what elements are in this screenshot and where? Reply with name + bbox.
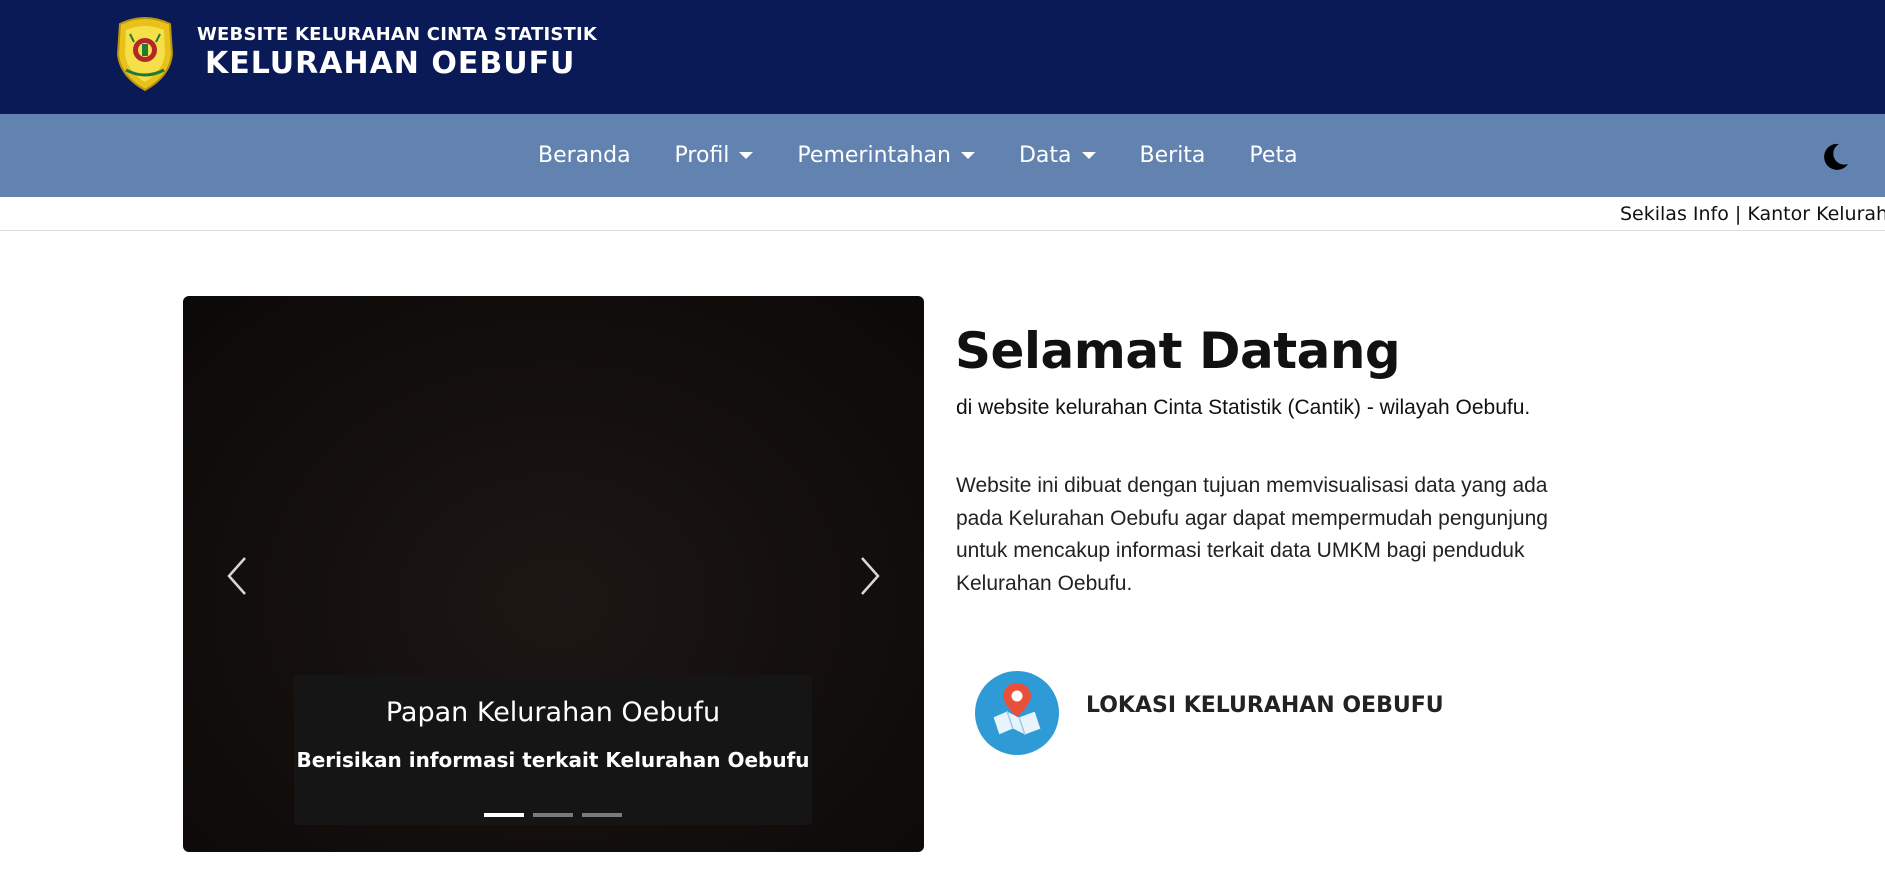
nav-item-label: Peta — [1249, 143, 1298, 168]
nav-menu: Beranda Profil Pemerintahan Data Berita … — [538, 114, 1342, 197]
nav-item-data[interactable]: Data — [1019, 143, 1096, 168]
image-carousel: Papan Kelurahan Oebufu Berisikan informa… — [183, 296, 924, 852]
caption-title: Papan Kelurahan Oebufu — [385, 697, 721, 728]
nav-item-label: Profil — [674, 143, 730, 168]
welcome-title: Selamat Datang — [955, 322, 1401, 380]
nav-item-profil[interactable]: Profil — [675, 143, 754, 168]
nav-item-peta[interactable]: Peta — [1249, 143, 1297, 168]
carousel-caption: Papan Kelurahan Oebufu Berisikan informa… — [294, 675, 812, 825]
site-header: WEBSITE KELURAHAN CINTA STATISTIK KELURA… — [0, 0, 1885, 114]
carousel-indicator-3[interactable] — [582, 813, 622, 817]
caret-down-icon — [739, 152, 754, 159]
nav-item-pemerintahan[interactable]: Pemerintahan — [797, 143, 975, 168]
location-label: LOKASI KELURAHAN OEBUFU — [1086, 692, 1444, 718]
nav-item-label: Pemerintahan — [797, 143, 951, 168]
caption-text: Berisikan informasi terkait Kelurahan Oe… — [296, 748, 810, 772]
regional-emblem-icon[interactable] — [112, 14, 178, 92]
nav-item-label: Beranda — [538, 143, 631, 168]
caret-down-icon — [960, 152, 975, 159]
carousel-indicator-1[interactable] — [484, 813, 524, 817]
map-pin-icon — [975, 671, 1059, 755]
chevron-right-icon[interactable] — [848, 546, 888, 606]
moon-icon[interactable] — [1818, 140, 1852, 174]
main-navbar: Beranda Profil Pemerintahan Data Berita … — [0, 114, 1885, 197]
location-link[interactable]: LOKASI KELURAHAN OEBUFU — [975, 671, 1444, 755]
carousel-indicator-2[interactable] — [533, 813, 573, 817]
caret-down-icon — [1081, 152, 1096, 159]
ticker-text[interactable]: Sekilas Info | Kantor Kelurahan — [1620, 203, 1885, 225]
nav-item-beranda[interactable]: Beranda — [538, 143, 631, 168]
nav-item-berita[interactable]: Berita — [1140, 143, 1206, 168]
info-ticker: Sekilas Info | Kantor Kelurahan — [0, 197, 1885, 231]
welcome-description: Website ini dibuat dengan tujuan memvisu… — [956, 474, 1548, 595]
nav-item-label: Data — [1018, 143, 1072, 168]
chevron-left-icon[interactable] — [219, 546, 259, 606]
nav-item-label: Berita — [1139, 143, 1206, 168]
site-title[interactable]: KELURAHAN OEBUFU — [205, 46, 575, 81]
welcome-subtitle: di website kelurahan Cinta Statistik (Ca… — [956, 396, 1531, 419]
site-subtitle: WEBSITE KELURAHAN CINTA STATISTIK — [197, 24, 598, 45]
carousel-indicators — [484, 813, 631, 817]
